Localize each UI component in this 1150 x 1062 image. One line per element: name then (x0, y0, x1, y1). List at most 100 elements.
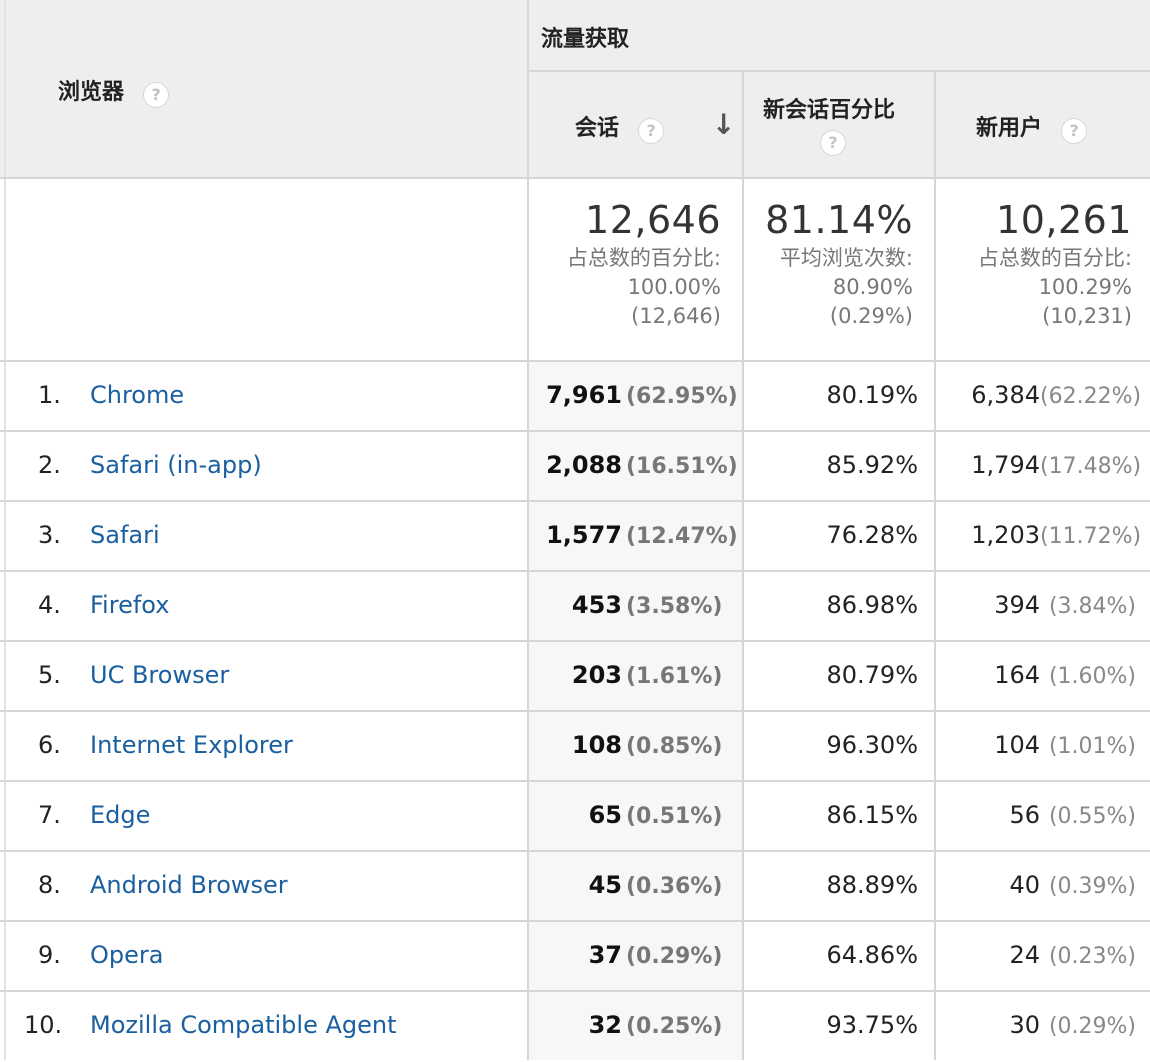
sessions-total-caption: 占总数的百分比: (566, 246, 721, 270)
new-session-pct-header-cell[interactable] (744, 72, 934, 178)
row-divider (0, 500, 1150, 502)
new-users-total-pct: 100.29% (1038, 275, 1132, 299)
new-users-column-title[interactable]: 新用户 (976, 116, 1042, 141)
browser-link[interactable]: Safari (in-app) (90, 430, 262, 500)
help-icon[interactable]: ? (820, 130, 846, 156)
sessions-cell: 108 (0.85%) (572, 710, 726, 780)
new-users-pct: (1.60%) (1048, 664, 1136, 689)
browser-link[interactable]: Android Browser (90, 850, 288, 920)
new-users-cell: 30 (0.29%) (1009, 990, 1136, 1060)
row-index: 10. (24, 1011, 63, 1039)
new-session-pct-total-of: (0.29%) (829, 304, 913, 328)
sessions-value: 7,961 (546, 381, 622, 409)
browser-link[interactable]: Mozilla Compatible Agent (90, 990, 397, 1060)
row-index: 5. (38, 661, 61, 689)
row-index: 6. (38, 731, 61, 759)
row-index: 9. (38, 941, 61, 969)
new-session-pct-cell: 86.98% (826, 591, 918, 619)
new-users-value: 164 (994, 661, 1040, 689)
browser-column-title[interactable]: 浏览器 (58, 80, 124, 105)
new-users-pct: (0.29%) (1048, 1014, 1136, 1039)
sessions-cell: 45 (0.36%) (589, 850, 726, 920)
new-users-cell: 164 (1.60%) (994, 640, 1136, 710)
row-index: 3. (38, 521, 61, 549)
new-users-pct: (0.55%) (1048, 804, 1136, 829)
new-users-value: 1,203 (971, 521, 1040, 549)
sessions-cell: 37 (0.29%) (589, 920, 726, 990)
new-users-pct: (1.01%) (1048, 734, 1136, 759)
sessions-pct: (62.95%) (626, 384, 738, 409)
browser-link[interactable]: Safari (90, 500, 160, 570)
sessions-pct: (0.36%) (626, 874, 723, 899)
sessions-value: 1,577 (546, 521, 622, 549)
sessions-total: 12,646 占总数的百分比: 100.00% (12,646) (567, 198, 721, 331)
table-row: 2. Safari (in-app) 2,088 (16.51%) 85.92% … (0, 430, 1150, 500)
browser-link[interactable]: Chrome (90, 360, 184, 430)
new-users-cell: 56 (0.55%) (1009, 780, 1136, 850)
browser-link[interactable]: UC Browser (90, 640, 229, 710)
header-bottom-border (0, 177, 1150, 179)
help-icon[interactable]: ? (143, 81, 170, 108)
table-row: 1. Chrome 7,961 (62.95%) 80.19% 6,384(62.… (0, 360, 1150, 430)
sessions-pct: (0.25%) (626, 1014, 723, 1039)
sessions-total-of: (12,646) (631, 304, 721, 328)
sessions-pct: (3.58%) (626, 594, 723, 619)
new-users-pct: (0.23%) (1048, 944, 1136, 969)
help-icon[interactable]: ? (1061, 117, 1088, 144)
row-divider (0, 430, 1150, 432)
new-session-pct-cell: 64.86% (826, 941, 918, 969)
sessions-header: 会话 ? (575, 110, 665, 144)
table-row: 6. Internet Explorer 108 (0.85%) 96.30% 1… (0, 710, 1150, 780)
sessions-cell: 1,577 (12.47%) (546, 500, 738, 570)
column-divider (742, 70, 744, 1060)
table-row: 10. Mozilla Compatible Agent 32 (0.25%) 9… (0, 990, 1150, 1060)
new-session-pct-column-title[interactable]: 新会话百分比 (763, 98, 895, 123)
sessions-cell: 203 (1.61%) (572, 640, 726, 710)
table-row: 3. Safari 1,577 (12.47%) 76.28% 1,203(11.… (0, 500, 1150, 570)
sessions-pct: (0.29%) (626, 944, 723, 969)
sessions-cell: 7,961 (62.95%) (546, 360, 738, 430)
browser-link[interactable]: Internet Explorer (90, 710, 293, 780)
sessions-cell: 65 (0.51%) (589, 780, 726, 850)
row-divider (0, 920, 1150, 922)
left-border (4, 0, 6, 1060)
sessions-pct: (1.61%) (626, 664, 723, 689)
browser-report-table: 浏览器 ? 流量获取 会话 ? ↓ 新会话百分比 ? 新用户 ? 12,646 … (0, 0, 1150, 1060)
browser-link[interactable]: Edge (90, 780, 150, 850)
new-session-pct-total: 81.14% 平均浏览次数: 80.90% (0.29%) (765, 198, 913, 331)
row-index: 4. (38, 591, 61, 619)
new-users-value: 1,794 (971, 451, 1040, 479)
new-session-pct-total-value: 81.14% (765, 198, 913, 242)
new-session-pct-total-caption: 平均浏览次数: (779, 246, 913, 270)
new-session-pct-cell: 93.75% (826, 1011, 918, 1039)
sessions-total-value: 12,646 (585, 198, 721, 242)
row-divider (0, 850, 1150, 852)
new-users-total: 10,261 占总数的百分比: 100.29% (10,231) (978, 198, 1132, 331)
browser-link[interactable]: Firefox (90, 570, 169, 640)
new-session-pct-cell: 86.15% (826, 801, 918, 829)
new-users-cell: 104 (1.01%) (994, 710, 1136, 780)
sort-desc-arrow-icon[interactable]: ↓ (712, 108, 735, 141)
new-users-value: 56 (1009, 801, 1040, 829)
row-divider (0, 360, 1150, 362)
new-users-value: 24 (1009, 941, 1040, 969)
new-session-pct-cell: 96.30% (826, 731, 918, 759)
row-divider (0, 710, 1150, 712)
new-session-pct-cell: 80.19% (826, 381, 918, 409)
new-users-cell: 1,794(17.48%) (971, 430, 1141, 500)
new-users-total-value: 10,261 (996, 198, 1132, 242)
sessions-cell: 453 (3.58%) (572, 570, 726, 640)
new-users-header: 新用户 ? (976, 110, 1088, 144)
browser-link[interactable]: Opera (90, 920, 163, 990)
row-index: 2. (38, 451, 61, 479)
sessions-column-title[interactable]: 会话 (575, 116, 619, 141)
column-divider (527, 0, 529, 1060)
new-users-cell: 24 (0.23%) (1009, 920, 1136, 990)
sessions-cell: 32 (0.25%) (589, 990, 726, 1060)
help-icon[interactable]: ? (638, 117, 665, 144)
sessions-value: 453 (571, 591, 622, 619)
sessions-value: 2,088 (546, 451, 622, 479)
table-row: 9. Opera 37 (0.29%) 64.86% 24 (0.23%) (0, 920, 1150, 990)
row-index: 8. (38, 871, 61, 899)
sessions-value: 45 (588, 871, 622, 899)
